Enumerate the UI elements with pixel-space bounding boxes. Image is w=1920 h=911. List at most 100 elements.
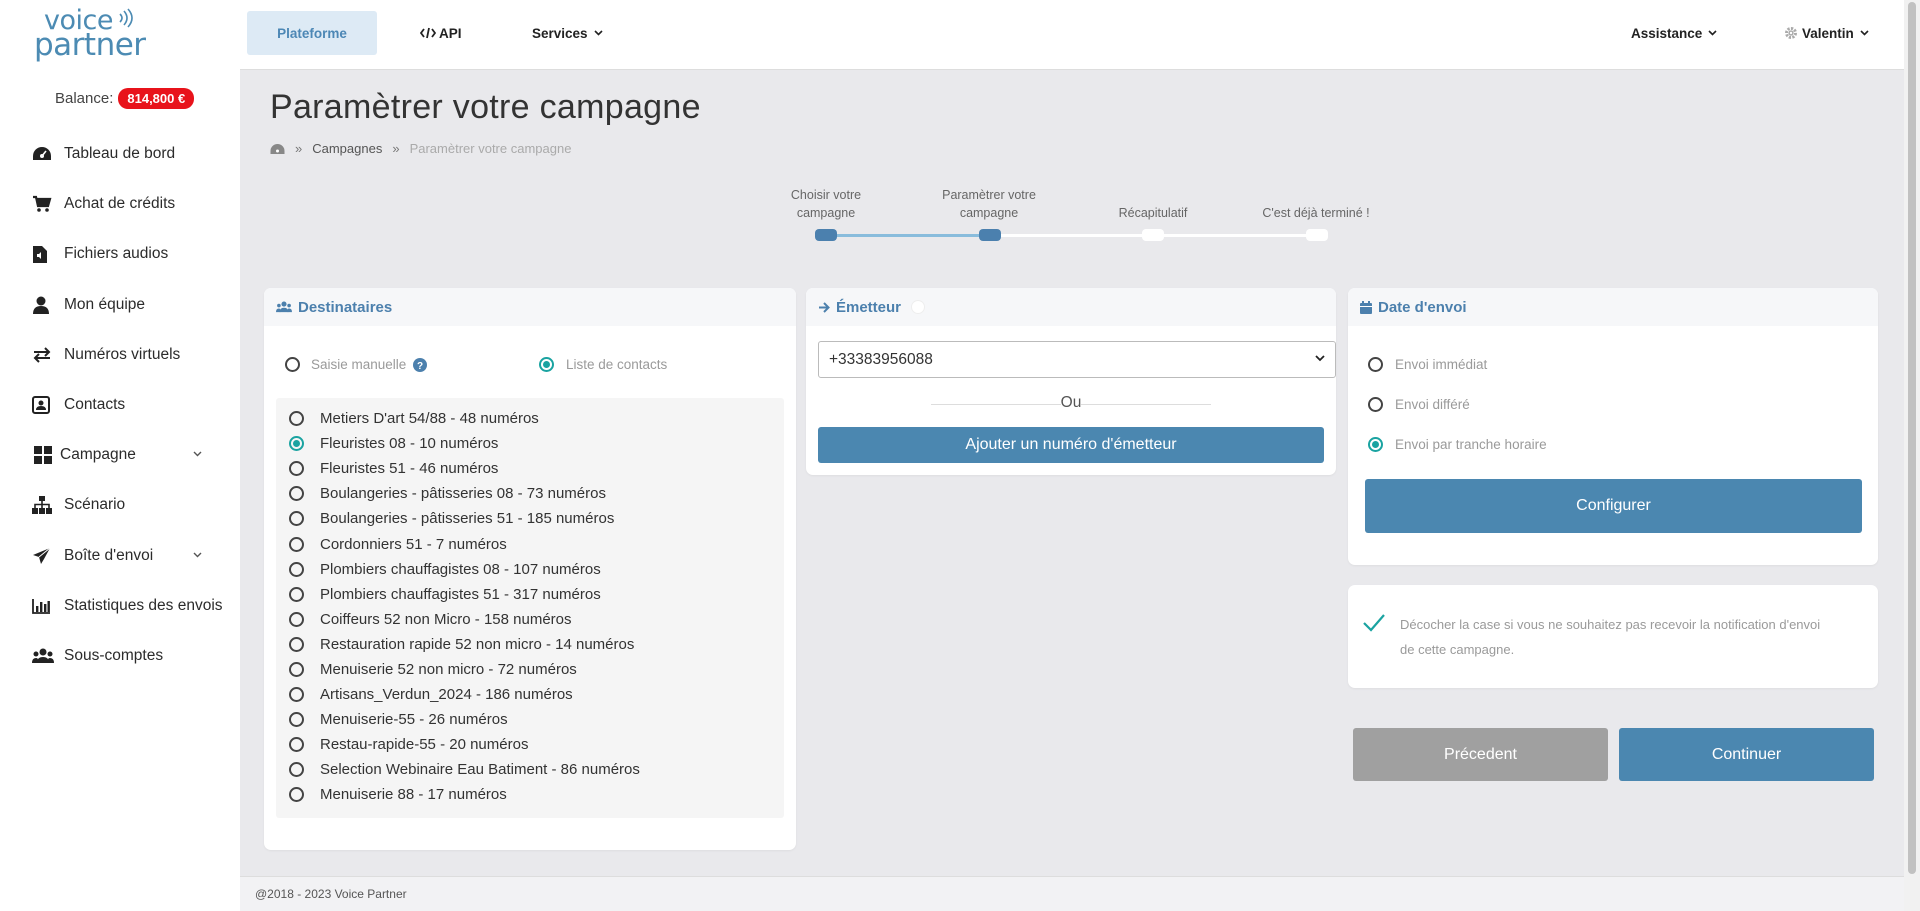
sidebar-item-mon-equipe[interactable]: Mon équipe <box>0 280 240 330</box>
list-item[interactable]: Restau-rapide-55 - 20 numéros <box>276 732 784 757</box>
envoi-immediat-option[interactable]: Envoi immédiat <box>1368 357 1487 372</box>
dashboard-icon[interactable] <box>270 143 285 155</box>
sidebar-item-tableau-de-bord[interactable]: Tableau de bord <box>0 129 240 179</box>
list-radio[interactable] <box>289 486 304 502</box>
tab-api[interactable]: API <box>420 11 462 55</box>
voice-partner-logo[interactable]: voice partner <box>34 7 146 64</box>
users-icon <box>276 301 292 313</box>
sidebar-item-boite-d-envoi[interactable]: Boîte d'envoi <box>0 531 240 581</box>
emetteur-select[interactable]: +33383956088 <box>818 341 1336 378</box>
list-item[interactable]: Menuiserie-55 - 26 numéros <box>276 707 784 732</box>
tab-plateforme-label: Plateforme <box>277 25 347 41</box>
breadcrumb-current: Paramètrer votre campagne <box>409 141 572 156</box>
list-radio[interactable] <box>289 687 304 703</box>
list-item[interactable]: Metiers D'art 54/88 - 48 numéros <box>276 406 784 431</box>
list-radio[interactable] <box>289 636 304 652</box>
list-item[interactable]: Fleuristes 08 - 10 numéros <box>276 431 784 456</box>
list-item[interactable]: Artisans_Verdun_2024 - 186 numéros <box>276 682 784 707</box>
envoi-tranche-option[interactable]: Envoi par tranche horaire <box>1368 437 1547 452</box>
list-label: Fleuristes 08 - 10 numéros <box>320 435 499 453</box>
list-radio[interactable] <box>289 787 304 803</box>
mode-manual-option[interactable]: Saisie manuelle ? <box>285 357 428 372</box>
list-label: Menuiserie 52 non micro - 72 numéros <box>320 660 577 678</box>
step-dot-4 <box>1306 229 1328 241</box>
mode-list-radio[interactable] <box>539 357 554 372</box>
tab-plateforme[interactable]: Plateforme <box>247 11 377 55</box>
destinataires-header: Destinataires <box>264 288 796 326</box>
notification-checkbox[interactable] <box>1362 613 1386 633</box>
breadcrumb: » Campagnes » Paramètrer votre campagne <box>270 141 571 156</box>
step-dot-1[interactable] <box>815 229 837 241</box>
step-dot-2[interactable] <box>979 229 1001 241</box>
list-radio[interactable] <box>289 661 304 677</box>
page-scrollbar[interactable] <box>1904 0 1920 911</box>
sidebar-item-scenario[interactable]: Scénario <box>0 480 240 530</box>
list-radio[interactable] <box>289 461 304 477</box>
grid-icon <box>34 445 56 465</box>
list-radio[interactable] <box>289 611 304 627</box>
add-emetteur-button[interactable]: Ajouter un numéro d'émetteur <box>818 427 1324 463</box>
envoi-tranche-radio[interactable] <box>1368 437 1383 452</box>
mode-list-label: Liste de contacts <box>566 357 668 372</box>
logo-line-2: partner <box>34 27 146 63</box>
notification-text-line-2: de cette campagne. <box>1400 642 1515 657</box>
mode-list-option[interactable]: Liste de contacts <box>539 357 667 372</box>
list-item[interactable]: Boulangeries - pâtisseries 08 - 73 numér… <box>276 481 784 506</box>
sidebar-item-label: Mon équipe <box>64 295 146 313</box>
list-label: Coiffeurs 52 non Micro - 158 numéros <box>320 610 572 628</box>
chevron-down-icon <box>1860 30 1869 36</box>
sidebar-item-statistiques[interactable]: Statistiques des envois <box>0 581 240 631</box>
list-radio[interactable] <box>289 536 304 552</box>
footer-text: @2018 - 2023 Voice Partner <box>255 887 407 901</box>
list-radio[interactable] <box>289 712 304 728</box>
list-radio[interactable] <box>289 561 304 577</box>
configurer-button[interactable]: Configurer <box>1365 479 1862 533</box>
list-item[interactable]: Boulangeries - pâtisseries 51 - 185 numé… <box>276 506 784 531</box>
scrollbar-thumb[interactable] <box>1908 2 1916 874</box>
destinataires-card: Destinataires Saisie manuelle ? Liste de… <box>264 288 796 850</box>
sidebar-item-contacts[interactable]: Contacts <box>0 380 240 430</box>
list-item[interactable]: Plombiers chauffagistes 08 - 107 numéros <box>276 557 784 582</box>
list-item[interactable]: Menuiserie 52 non micro - 72 numéros <box>276 657 784 682</box>
list-radio[interactable] <box>289 411 304 427</box>
list-item[interactable]: Cordonniers 51 - 7 numéros <box>276 531 784 556</box>
mode-manual-radio[interactable] <box>285 357 300 372</box>
tab-services[interactable]: Services <box>532 11 603 55</box>
help-icon[interactable]: ? <box>413 357 428 372</box>
envoi-differe-radio[interactable] <box>1368 397 1383 412</box>
breadcrumb-campagnes[interactable]: Campagnes <box>312 141 382 156</box>
balance-badge[interactable]: 814,800 € <box>118 88 195 109</box>
list-radio[interactable] <box>289 586 304 602</box>
sidebar-item-sous-comptes[interactable]: Sous-comptes <box>0 631 240 681</box>
list-radio[interactable] <box>289 436 304 452</box>
list-label: Restauration rapide 52 non micro - 14 nu… <box>320 635 635 653</box>
envoi-immediat-radio[interactable] <box>1368 357 1383 372</box>
list-radio[interactable] <box>289 511 304 527</box>
list-label: Restau-rapide-55 - 20 numéros <box>320 736 529 754</box>
user-menu[interactable]: Valentin <box>1784 11 1869 55</box>
list-item[interactable]: Plombiers chauffagistes 51 - 317 numéros <box>276 582 784 607</box>
list-item[interactable]: Menuiserie 88 - 17 numéros <box>276 782 784 807</box>
list-item[interactable]: Restauration rapide 52 non micro - 14 nu… <box>276 632 784 657</box>
assistance-menu[interactable]: Assistance <box>1631 11 1717 55</box>
sidebar-item-fichiers-audios[interactable]: Fichiers audios <box>0 229 240 279</box>
info-icon[interactable] <box>911 300 926 314</box>
svg-text:?: ? <box>417 361 423 372</box>
envoi-differe-option[interactable]: Envoi différé <box>1368 397 1470 412</box>
list-item[interactable]: Selection Webinaire Eau Batiment - 86 nu… <box>276 757 784 782</box>
sidebar-item-numeros-virtuels[interactable]: Numéros virtuels <box>0 330 240 380</box>
sidebar-item-label: Sous-comptes <box>64 646 164 664</box>
sidebar-item-campagne[interactable]: Campagne <box>0 430 240 480</box>
emetteur-card: Émetteur +33383956088 Ou Ajouter un numé… <box>806 288 1336 475</box>
breadcrumb-separator: » <box>295 141 303 156</box>
list-radio[interactable] <box>289 737 304 753</box>
list-label: Plombiers chauffagistes 08 - 107 numéros <box>320 560 601 578</box>
continue-button[interactable]: Continuer <box>1619 728 1874 781</box>
list-item[interactable]: Fleuristes 51 - 46 numéros <box>276 456 784 481</box>
bar-chart-icon <box>32 596 56 616</box>
sidebar-item-label: Achat de crédits <box>64 195 176 213</box>
sidebar-item-achat-de-credits[interactable]: Achat de crédits <box>0 179 240 229</box>
list-item[interactable]: Coiffeurs 52 non Micro - 158 numéros <box>276 607 784 632</box>
previous-button[interactable]: Précedent <box>1353 728 1608 781</box>
list-radio[interactable] <box>289 762 304 778</box>
